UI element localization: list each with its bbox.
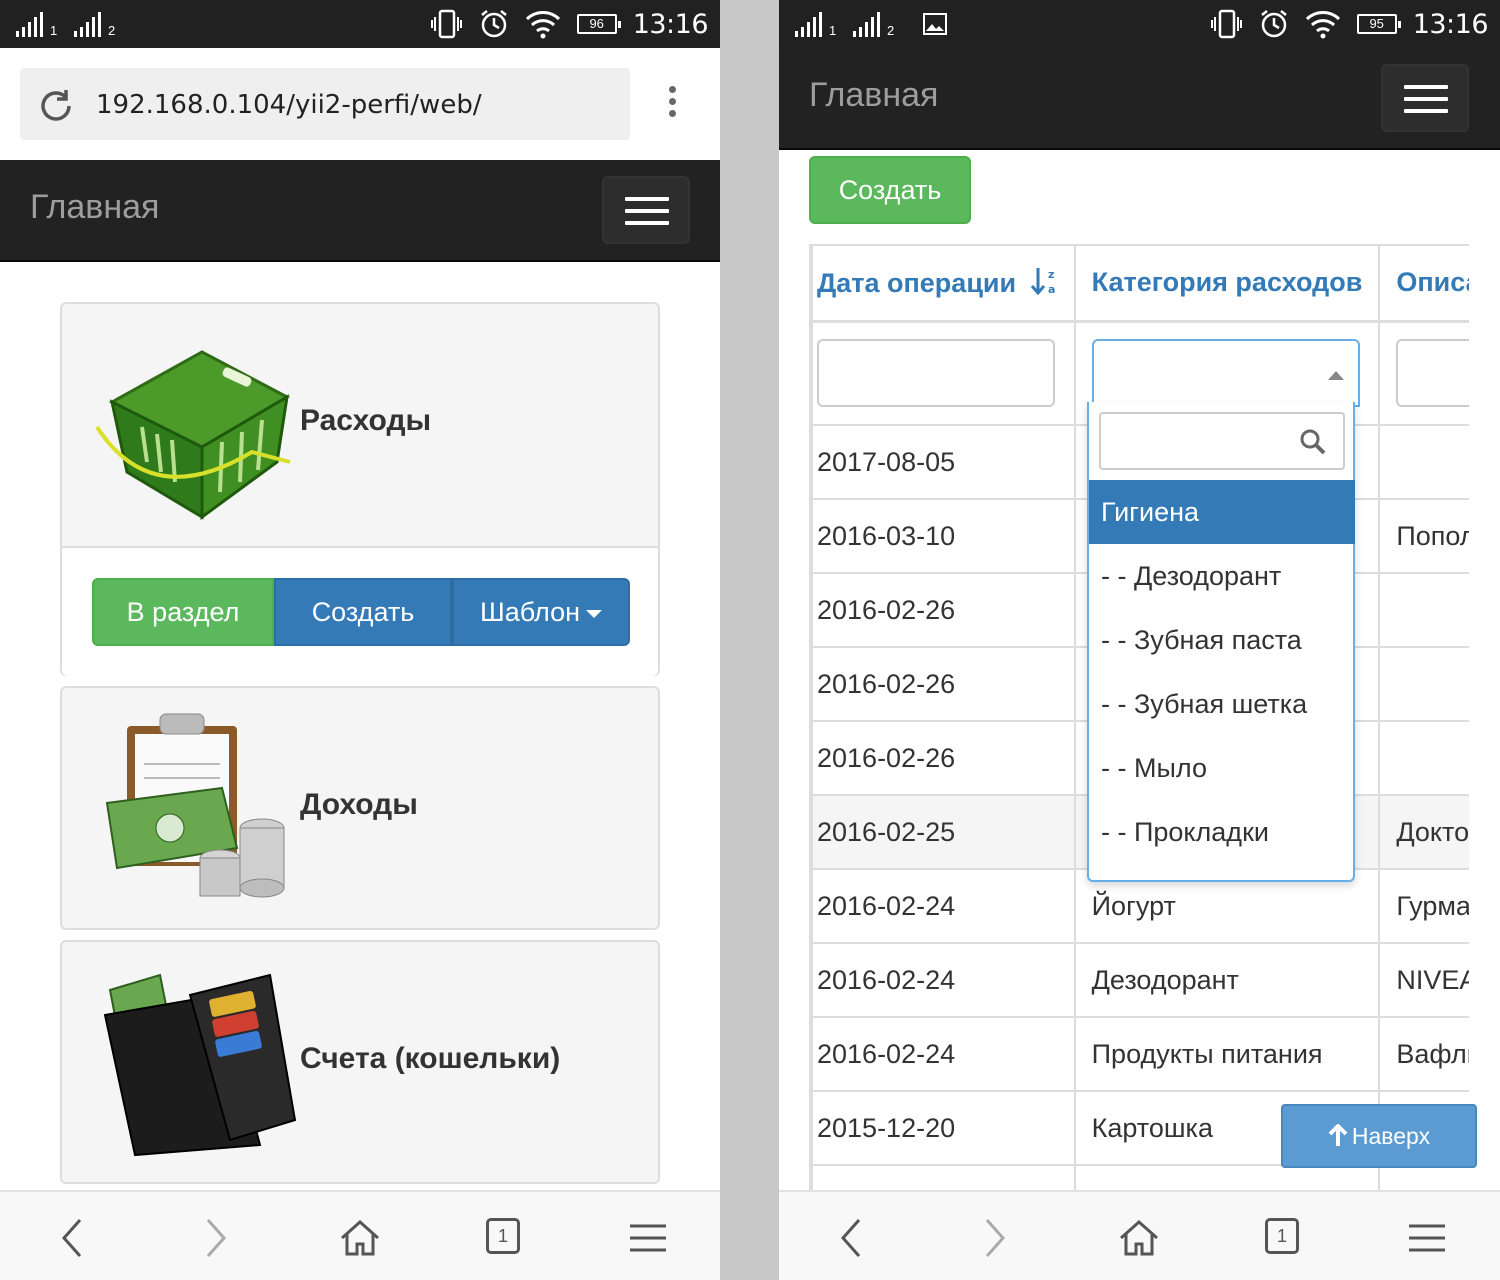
caret-down-icon xyxy=(586,609,602,618)
dropdown-option[interactable]: - - Дезодорант xyxy=(1089,544,1355,608)
expenses-panel: Расходы В раздел Создать Шаблон xyxy=(60,302,660,676)
vibrate-icon xyxy=(430,9,462,39)
scroll-to-top-button[interactable]: Наверх xyxy=(1281,1104,1477,1168)
income-panel: Доходы xyxy=(60,686,660,930)
expenses-button-group: В раздел Создать Шаблон xyxy=(92,578,630,646)
status-bar: 1 2 95 13:16 xyxy=(779,0,1500,48)
reload-icon[interactable] xyxy=(36,86,76,126)
wallet-icon xyxy=(103,973,297,1157)
dropdown-search-input[interactable] xyxy=(1099,412,1345,470)
category-filter-select[interactable] xyxy=(1091,339,1360,408)
date-filter-input[interactable] xyxy=(817,339,1055,408)
home-icon[interactable] xyxy=(1117,1216,1161,1260)
shopping-basket-icon xyxy=(95,350,291,520)
url-text[interactable]: 192.168.0.104/yii2-perfi/web/ xyxy=(96,90,482,120)
description-filter-input[interactable] xyxy=(1396,339,1469,408)
hamburger-menu-button[interactable] xyxy=(602,176,690,244)
clock: 13:16 xyxy=(1412,8,1489,40)
expenses-label[interactable]: Расходы xyxy=(300,404,431,438)
menu-icon[interactable] xyxy=(628,1216,668,1260)
wallets-panel: Счета (кошельки) xyxy=(60,940,660,1184)
top-navbar: Главная xyxy=(0,160,720,262)
right-phone-screen: 1 2 95 13:16 Главная Создать Дата операц… xyxy=(779,0,1500,1280)
address-field[interactable]: 192.168.0.104/yii2-perfi/web/ xyxy=(20,68,630,140)
top-navbar: Главная xyxy=(779,48,1500,150)
status-bar: 1 2 96 13:16 xyxy=(0,0,720,48)
arrow-up-icon xyxy=(1328,1123,1348,1146)
wallets-label[interactable]: Счета (кошельки) xyxy=(300,1042,560,1076)
browser-menu-icon[interactable] xyxy=(669,86,681,122)
navbar-brand[interactable]: Главная xyxy=(809,76,938,115)
table-row[interactable]: 2016-02-24ДезодорантNIVEA xyxy=(811,942,1469,1018)
alarm-icon xyxy=(480,10,507,38)
alarm-icon xyxy=(1260,10,1287,38)
sort-desc-icon[interactable]: za xyxy=(1030,266,1058,296)
forward-icon[interactable] xyxy=(200,1216,232,1260)
category-dropdown: Гигиена - - Дезодорант - - Зубная паста … xyxy=(1087,402,1355,882)
hamburger-menu-button[interactable] xyxy=(1381,64,1469,132)
column-header-description[interactable]: Описа xyxy=(1378,244,1469,323)
svg-text:a: a xyxy=(1048,283,1055,296)
wifi-icon xyxy=(1305,11,1340,39)
create-button[interactable]: Создать xyxy=(809,156,971,224)
battery-icon: 96 xyxy=(576,14,621,34)
create-button[interactable]: Создать xyxy=(274,578,452,646)
dropdown-option[interactable]: - - Прокладки xyxy=(1089,800,1355,864)
svg-text:z: z xyxy=(1048,268,1054,281)
forward-icon[interactable] xyxy=(979,1216,1011,1260)
clock: 13:16 xyxy=(632,8,709,40)
expenses-panel-footer: В раздел Создать Шаблон xyxy=(62,546,658,676)
signal-sim1-icon: 1 xyxy=(16,12,57,37)
dropdown-option[interactable]: - - Зубная шетка xyxy=(1089,672,1355,736)
home-icon[interactable] xyxy=(338,1216,382,1260)
caret-up-icon xyxy=(1327,371,1344,381)
vibrate-icon xyxy=(1210,9,1242,39)
navbar-brand[interactable]: Главная xyxy=(30,188,159,227)
search-icon xyxy=(1300,429,1326,455)
browser-bottom-nav: 1 xyxy=(0,1190,720,1280)
dropdown-option[interactable]: - - Зубная паста xyxy=(1089,608,1355,672)
battery-icon: 95 xyxy=(1356,14,1401,34)
tabs-count-icon[interactable]: 1 xyxy=(486,1218,520,1254)
signal-sim2-icon: 2 xyxy=(853,12,894,37)
column-header-category[interactable]: Категория расходов xyxy=(1073,244,1381,323)
browser-url-bar: 192.168.0.104/yii2-perfi/web/ xyxy=(0,48,720,160)
income-label[interactable]: Доходы xyxy=(300,788,418,822)
go-to-section-button[interactable]: В раздел xyxy=(92,578,274,646)
back-icon[interactable] xyxy=(835,1216,867,1260)
column-header-date[interactable]: Дата операции za xyxy=(811,244,1076,323)
template-label: Шаблон xyxy=(480,597,580,627)
browser-bottom-nav: 1 xyxy=(779,1190,1500,1280)
menu-icon[interactable] xyxy=(1407,1216,1447,1260)
tabs-count-icon[interactable]: 1 xyxy=(1265,1218,1299,1254)
dropdown-option-selected[interactable]: Гигиена xyxy=(1089,480,1355,544)
back-icon[interactable] xyxy=(56,1216,88,1260)
money-clipboard-icon xyxy=(105,713,285,898)
image-notification-icon xyxy=(923,13,947,35)
table-row[interactable]: 2016-02-24Продукты питанияВафли xyxy=(811,1016,1469,1092)
wifi-icon xyxy=(525,11,560,39)
signal-sim1-icon: 1 xyxy=(795,12,836,37)
template-dropdown-button[interactable]: Шаблон xyxy=(452,578,630,646)
left-phone-screen: 1 2 96 13:16 192.168.0.104/yii2-perfi/we… xyxy=(0,0,720,1280)
signal-sim2-icon: 2 xyxy=(74,12,115,37)
dropdown-option[interactable]: - - Мыло xyxy=(1089,736,1355,800)
